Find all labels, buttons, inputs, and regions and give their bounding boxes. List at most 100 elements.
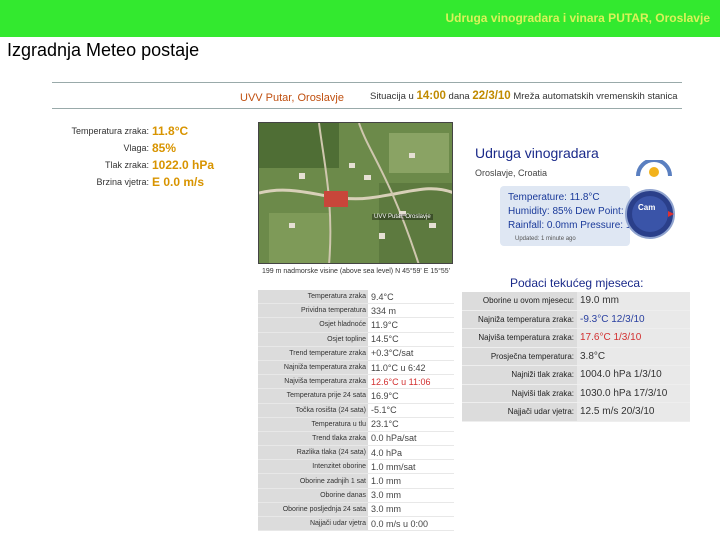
current-label: Brzina vjetra: <box>96 176 149 187</box>
current-label: Tlak zraka: <box>104 159 149 170</box>
widget-location: Oroslavje, Croatia <box>475 168 548 178</box>
row-label: Oborine posljednja 24 sata <box>258 502 368 516</box>
row-label: Najviša temperatura zraka <box>258 375 368 389</box>
widget-title: Udruga vinogradara <box>475 145 599 161</box>
current-label: Temperatura zraka: <box>71 125 149 136</box>
row-label: Intenzitet oborine <box>258 460 368 474</box>
row-value: -5.1°C <box>371 405 397 416</box>
situation-prefix: Situacija u <box>370 91 414 102</box>
month-section-title: Podaci tekućeg mjeseca: <box>510 276 644 290</box>
row-value: 3.8°C <box>577 347 690 365</box>
row-label: Najviša temperatura zraka: <box>462 329 577 347</box>
row-value: +0.3°C/sat <box>371 348 414 359</box>
table-row: Intenzitet oborine 1.0 mm/sat <box>258 460 454 475</box>
row-label: Trend temperature zraka <box>258 346 368 360</box>
divider <box>52 82 682 83</box>
row-label: Najniži tlak zraka: <box>462 366 577 384</box>
row-label: Prosječna temperatura: <box>462 347 577 365</box>
widget-temperature: Temperature: 11.8°C <box>508 192 600 203</box>
table-row: Razlika tlaka (24 sata) 4.0 hPa <box>258 446 454 461</box>
current-readings: Temperatura zraka: 11.8°C Vlaga: 85% Tla… <box>60 122 250 190</box>
situation-line: Situacija u 14:00 dana 22/3/10 Mreža aut… <box>370 90 678 102</box>
row-label: Najjači udar vjetra: <box>462 403 577 421</box>
row-label: Najniža temperatura zraka <box>258 360 368 375</box>
table-row: Najniži tlak zraka: 1004.0 hPa 1/3/10 <box>462 366 690 385</box>
row-value: 19.0 mm <box>577 292 690 310</box>
row-value: 23.1°C <box>371 419 399 430</box>
table-row: Osjet hladnoće 11.9°C <box>258 318 454 333</box>
row-label: Prividna temperatura <box>258 304 368 318</box>
top-banner: Udruga vinogradara i vinara PUTAR, Orosl… <box>0 0 720 37</box>
table-row: Najviši tlak zraka: 1030.0 hPa 17/3/10 <box>462 384 690 403</box>
table-row: Najviša temperatura zraka: 17.6°C 1/3/10 <box>462 329 690 348</box>
table-row: Najniža temperatura zraka 11.0°C u 6:42 <box>258 360 454 376</box>
current-row: Vlaga: 85% <box>60 139 250 156</box>
current-value: 1022.0 hPa <box>152 157 215 172</box>
satellite-map[interactable]: UVV Putar, Oroslavje <box>258 122 453 264</box>
row-label: Osjet topline <box>258 332 368 346</box>
row-value: 1004.0 hPa 1/3/10 <box>577 366 690 384</box>
table-row: Temperatura u tlu 23.1°C <box>258 417 454 432</box>
row-label: Najjači udar vjetra <box>258 517 368 531</box>
current-label: Vlaga: <box>123 142 149 153</box>
row-value: 0.0 hPa/sat <box>371 433 417 444</box>
table-row: Prividna temperatura 334 m <box>258 304 454 319</box>
row-label: Oborine zadnjih 1 sat <box>258 474 368 488</box>
row-value: 4.0 hPa <box>371 447 403 458</box>
table-row: Trend temperature zraka +0.3°C/sat <box>258 346 454 361</box>
row-value: 334 m <box>371 305 397 316</box>
network-link[interactable]: Mreža automatskih vremenskih stanica <box>513 91 677 102</box>
row-value: 12.5 m/s 20/3/10 <box>577 403 690 421</box>
map-caption: 199 m nadmorske visine (above sea level)… <box>262 268 451 275</box>
page-title: Izgradnja Meteo postaje <box>7 40 200 60</box>
table-row: Temperatura prije 24 sata 16.9°C <box>258 389 454 404</box>
row-value: 14.5°C <box>371 334 399 345</box>
current-row: Temperatura zraka: 11.8°C <box>60 122 250 139</box>
map-marker-label: UVV Putar, Oroslavje <box>372 214 433 220</box>
satellite-map-image <box>259 123 452 263</box>
row-label: Osjet hladnoće <box>258 318 368 332</box>
table-row: Oborine posljednja 24 sata 3.0 mm <box>258 502 454 517</box>
weather-logo-icon <box>636 160 672 177</box>
current-row: Tlak zraka: 1022.0 hPa <box>60 156 250 173</box>
table-row: Oborine danas 3.0 mm <box>258 488 454 503</box>
row-value: 3.0 mm <box>371 504 402 515</box>
row-value: 0.0 m/s u 0:00 <box>371 518 429 529</box>
row-value: 1030.0 hPa 17/3/10 <box>577 384 690 402</box>
row-label: Oborine danas <box>258 488 368 502</box>
organization-name: Udruga vinogradara i vinara PUTAR, Orosl… <box>445 11 710 25</box>
table-row: Oborine u ovom mjesecu: 19.0 mm <box>462 292 690 311</box>
situation-date-prefix: dana <box>448 91 470 102</box>
table-row: Najviša temperatura zraka 12.6°C u 11:06 <box>258 375 454 390</box>
row-value: 17.6°C 1/3/10 <box>577 329 690 347</box>
table-row: Trend tlaka zraka 0.0 hPa/sat <box>258 431 454 447</box>
current-row: Brzina vjetra: E 0.0 m/s <box>60 173 250 190</box>
table-row: Točka rosišta (24 sata) -5.1°C <box>258 403 454 418</box>
row-value: 1.0 mm/sat <box>371 461 416 472</box>
detail-table: Temperatura zraka 9.4°C Prividna temperat… <box>258 290 454 532</box>
month-table: Oborine u ovom mjesecu: 19.0 mm Najniža t… <box>462 292 690 422</box>
row-value: 9.4°C <box>371 291 394 302</box>
station-site-name: UVV Putar, Oroslavje <box>240 92 344 104</box>
row-label: Oborine u ovom mjesecu: <box>462 292 577 310</box>
current-value: 85% <box>152 140 177 155</box>
table-row: Osjet topline 14.5°C <box>258 332 454 347</box>
row-label: Trend tlaka zraka <box>258 431 368 446</box>
cam-button[interactable]: Cam <box>638 203 655 212</box>
table-row: Najniža temperatura zraka: -9.3°C 12/3/10 <box>462 310 690 329</box>
row-label: Temperatura prije 24 sata <box>258 389 368 403</box>
divider <box>52 108 682 109</box>
row-value: 3.0 mm <box>371 490 402 501</box>
row-value: 11.0°C u 6:42 <box>371 362 426 373</box>
widget-updated: Updated: 1 minute ago <box>515 236 576 242</box>
row-label: Temperatura u tlu <box>258 417 368 431</box>
row-value: 12.6°C u 11:06 <box>371 376 431 387</box>
current-value: E 0.0 m/s <box>152 174 205 189</box>
wind-compass-icon[interactable] <box>624 184 676 242</box>
situation-time: 14:00 <box>416 90 446 102</box>
table-row: Oborine zadnjih 1 sat 1.0 mm <box>258 474 454 489</box>
table-row: Temperatura zraka 9.4°C <box>258 290 454 305</box>
row-value: -9.3°C 12/3/10 <box>577 310 690 328</box>
row-value: 1.0 mm <box>371 476 402 487</box>
row-label: Razlika tlaka (24 sata) <box>258 446 368 460</box>
